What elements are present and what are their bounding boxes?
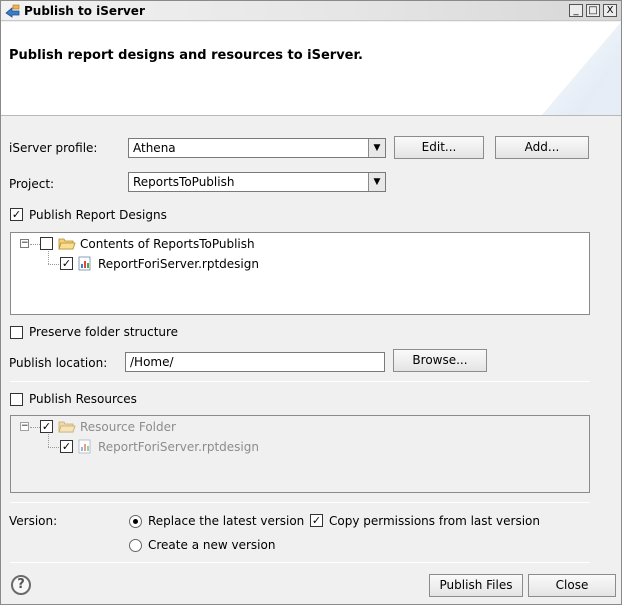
tree-child-label: ReportForiServer.rptdesign [98,257,259,271]
create-version-radio[interactable] [129,539,142,552]
close-window-button[interactable]: X [603,4,617,17]
profile-combo[interactable]: Athena ▼ [128,138,386,158]
add-profile-button[interactable]: Add... [495,136,589,159]
tree-connector [30,427,40,428]
preserve-folder-checkbox[interactable] [10,326,23,339]
tree-connector [48,434,49,447]
resource-root-label: Resource Folder [80,420,176,434]
resource-child-label: ReportForiServer.rptdesign [98,440,259,454]
close-button[interactable]: Close [528,574,616,597]
publish-resources-checkbox[interactable] [10,393,23,406]
tree-connector [48,264,59,265]
dialog-header: Publish report designs and resources to … [1,22,621,116]
replace-version-label[interactable]: Replace the latest version [148,514,304,528]
publish-report-designs-label[interactable]: Publish Report Designs [29,208,167,222]
preserve-folder-label[interactable]: Preserve folder structure [29,325,178,339]
open-folder-icon [58,421,76,433]
maximize-button[interactable]: □ [586,4,600,17]
copy-permissions-label[interactable]: Copy permissions from last version [329,514,540,528]
publish-files-button[interactable]: Publish Files [429,574,523,597]
browse-button[interactable]: Browse... [393,349,487,372]
report-designs-tree[interactable]: − Contents of ReportsToPublish ✓ ReportF… [10,232,590,315]
resource-file-checkbox: ✓ [60,440,73,453]
tree-connector [30,244,40,245]
create-version-label[interactable]: Create a new version [148,538,275,552]
chevron-down-icon[interactable]: ▼ [368,173,385,191]
report-file-icon [78,439,91,454]
replace-version-radio[interactable] [129,515,142,528]
collapse-icon[interactable]: − [20,239,29,248]
header-banner-graphic [541,22,621,115]
copy-permissions-checkbox[interactable]: ✓ [310,514,323,527]
open-folder-icon [58,238,76,250]
project-combo[interactable]: ReportsToPublish ▼ [128,172,386,192]
report-file-checkbox[interactable]: ✓ [60,257,73,270]
header-description: Publish report designs and resources to … [9,48,363,63]
edit-profile-button[interactable]: Edit... [394,136,484,159]
version-label: Version: [9,514,58,528]
help-icon[interactable]: ? [11,575,31,595]
publish-location-label: Publish location: [9,356,108,370]
project-label: Project: [9,177,55,191]
title-bar[interactable]: Publish to iServer _ □ X [1,1,621,21]
publish-icon [5,4,20,18]
publish-dialog: Publish to iServer _ □ X Publish report … [0,0,622,605]
window-title: Publish to iServer [24,4,145,18]
tree-connector [48,447,59,448]
minimize-button[interactable]: _ [569,4,583,17]
publish-location-value: /Home/ [130,355,174,369]
report-file-icon [78,256,91,271]
publish-resources-label[interactable]: Publish Resources [29,392,137,406]
separator [10,381,590,382]
separator [10,562,590,563]
tree-connector [48,251,49,264]
publish-location-input[interactable]: /Home/ [125,352,385,372]
project-value: ReportsToPublish [133,175,235,189]
resources-tree: − ✓ Resource Folder ✓ ReportForiServer.r… [10,415,590,493]
publish-report-designs-checkbox[interactable]: ✓ [10,208,23,221]
chevron-down-icon[interactable]: ▼ [368,139,385,157]
collapse-icon: − [20,421,29,431]
profile-value: Athena [133,141,176,155]
resource-folder-checkbox: ✓ [40,420,53,433]
contents-checkbox[interactable] [40,237,53,250]
profile-label: iServer profile: [9,141,98,155]
tree-root-label: Contents of ReportsToPublish [80,237,255,251]
separator [10,502,590,503]
